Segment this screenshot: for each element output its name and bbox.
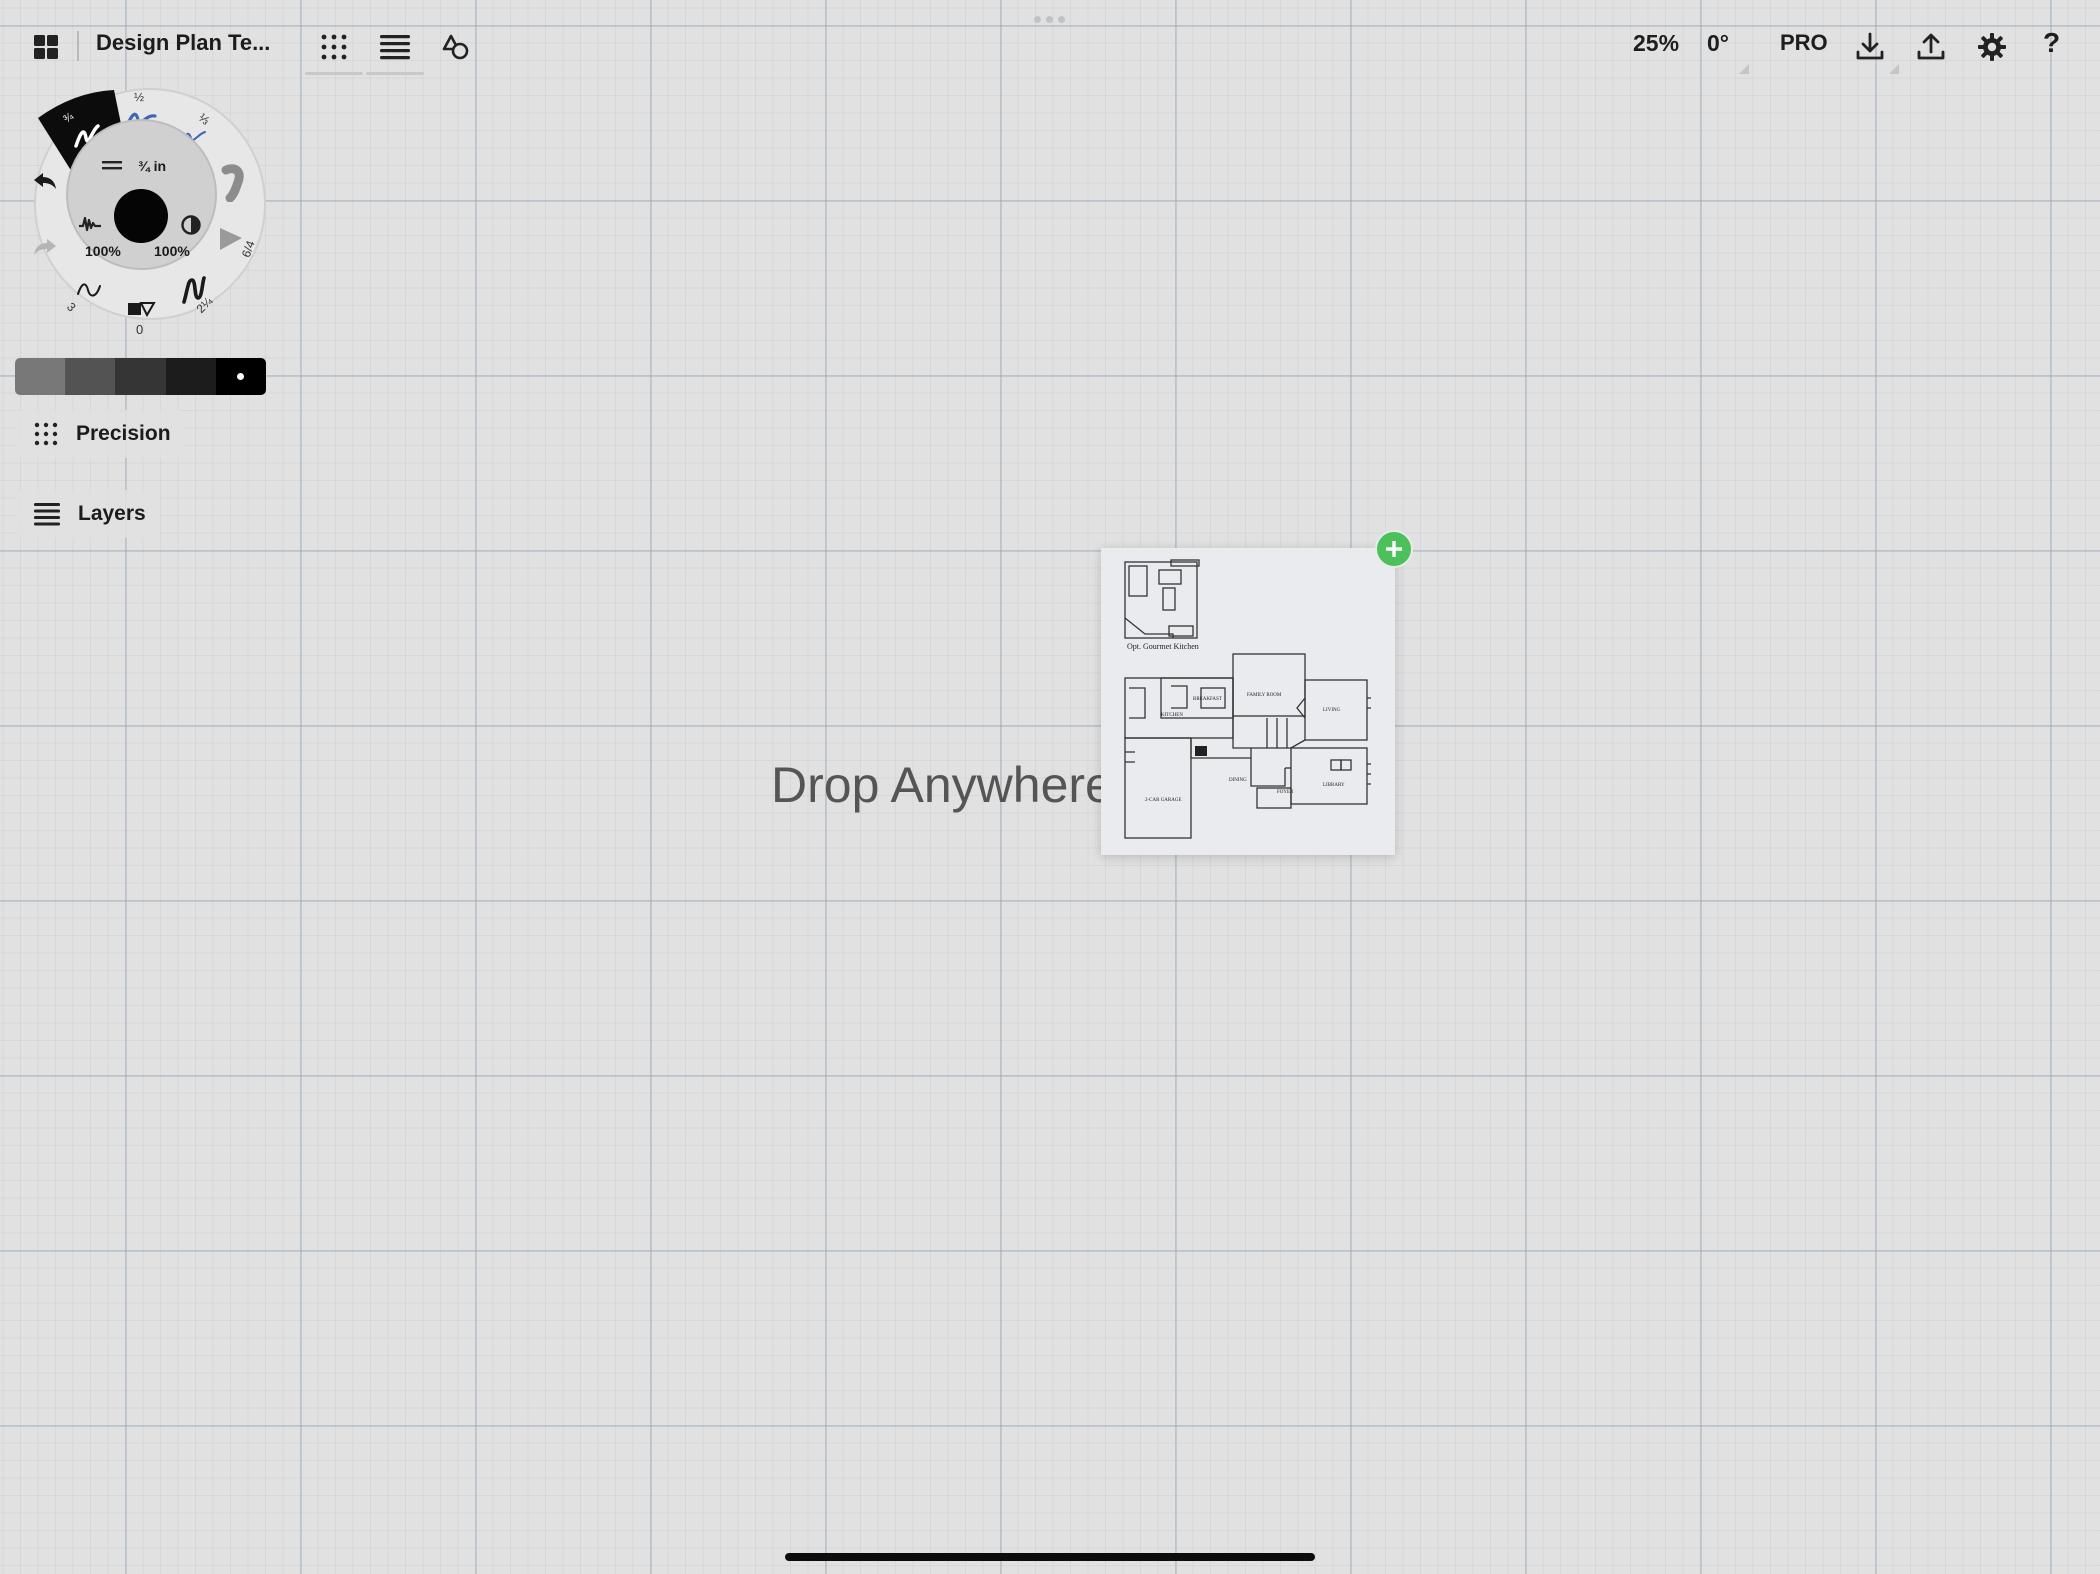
swatch-selected[interactable] [215,358,266,395]
import-button[interactable] [1850,28,1890,66]
plan-room-label: 2-CAR GARAGE [1145,798,1182,803]
plan-caption: Opt. Gourmet Kitchen [1127,642,1199,651]
precision-tool-button[interactable] [314,28,354,66]
zoom-level[interactable]: 25% [1633,30,1679,57]
dragged-floor-plan-image[interactable]: Opt. Gourmet Kitchen BREAKFAST FAMILY RO… [1101,548,1395,855]
title-separator [77,31,79,61]
swatch[interactable] [165,358,216,395]
plan-room-label: FOYER [1277,790,1294,795]
redo-icon[interactable] [32,236,58,258]
add-import-badge [1375,530,1413,568]
precision-tool-indicator [305,72,363,75]
smoothing-icon [79,216,101,232]
layers-icon [34,503,60,526]
plus-icon [1386,541,1402,557]
brush-preset-label: ½ [134,90,145,104]
swatch[interactable] [115,358,166,395]
smoothing-value[interactable]: 100% [85,243,121,259]
plan-room-label: BREAKFAST [1193,697,1222,702]
undo-icon[interactable] [32,170,58,192]
plan-room-label: FAMILY ROOM [1247,693,1282,698]
plan-room-label: LIVING [1323,708,1341,713]
share-icon [1917,33,1945,60]
precision-grid-icon [34,422,58,446]
marker-stroke-icon[interactable] [220,164,250,202]
canvas-handle[interactable] [1034,16,1065,23]
zoom-corner-mark [1739,64,1749,74]
precision-panel-button[interactable]: Precision [16,410,185,458]
floor-plan-drawing: Opt. Gourmet Kitchen BREAKFAST FAMILY RO… [1124,559,1371,839]
brush-size-label[interactable]: ¾ in [138,158,166,174]
layers-panel-button[interactable]: Layers [16,490,160,538]
rotation-angle[interactable]: 0° [1707,30,1729,57]
settings-button[interactable] [1972,28,2012,66]
help-button[interactable]: ? [2043,27,2060,59]
shapes-icon [442,34,469,60]
plan-room-label: KITCHEN [1161,713,1183,718]
size-lines-icon [102,161,122,170]
plan-room-label: LIBRARY [1323,783,1345,788]
import-corner-mark [1889,64,1899,74]
pressure-value[interactable]: 0 [136,322,143,337]
grid-2x2-icon [34,35,58,59]
gallery-button[interactable] [30,32,62,62]
color-swatches[interactable] [15,358,266,395]
precision-grid-icon [321,34,347,60]
swatch[interactable] [65,358,116,395]
opacity-icon [181,215,201,235]
wave-brush-icon[interactable] [74,276,104,302]
brush-color-dot[interactable] [114,189,168,243]
gear-icon [1978,33,2006,61]
fill-eraser-icon[interactable] [126,300,156,318]
plan-room-label: DINING [1229,778,1247,783]
export-button[interactable] [1911,28,1951,66]
pro-button[interactable]: PRO [1780,30,1828,56]
download-icon [1856,32,1884,60]
layers-icon [380,35,410,60]
swatch[interactable] [15,358,66,395]
home-indicator[interactable] [785,1553,1315,1561]
document-title[interactable]: Design Plan Te... [96,30,270,56]
layers-label: Layers [78,502,146,525]
precision-label: Precision [76,422,171,445]
layers-tool-button[interactable] [375,28,415,66]
opacity-value[interactable]: 100% [154,243,190,259]
shapes-tool-button[interactable] [436,28,476,66]
selected-indicator [237,373,245,380]
layers-tool-indicator [366,72,424,75]
